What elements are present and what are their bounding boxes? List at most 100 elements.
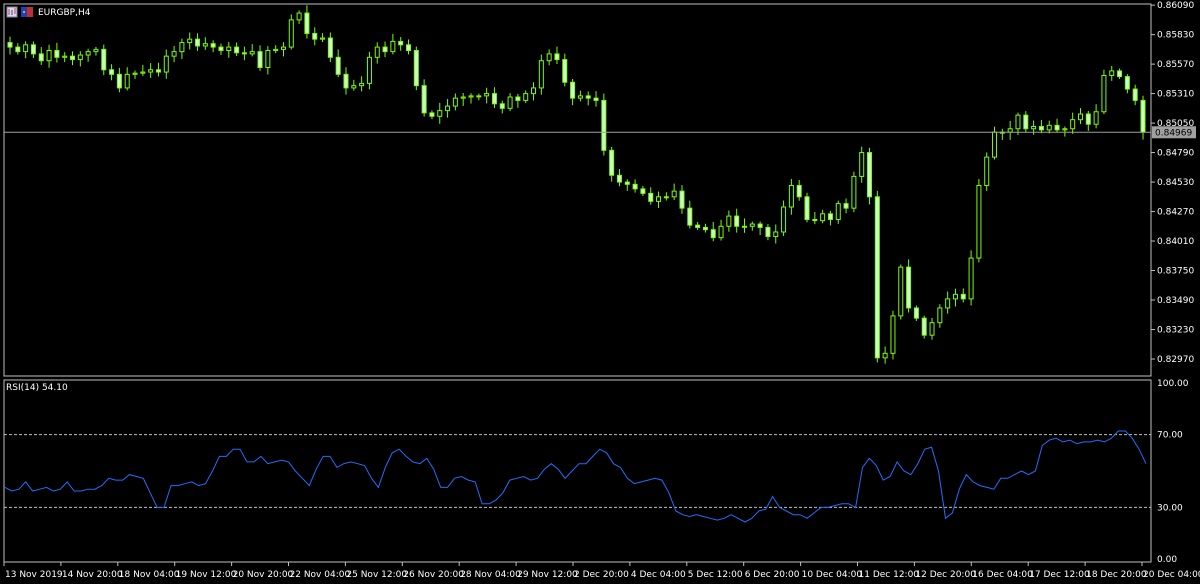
candle-body bbox=[265, 50, 271, 69]
candle bbox=[93, 46, 99, 56]
candle-body bbox=[741, 225, 747, 228]
candle-body bbox=[406, 44, 412, 52]
candle-body bbox=[1077, 113, 1083, 121]
candle bbox=[702, 223, 708, 233]
candle-body bbox=[1070, 119, 1076, 130]
price-tick-label: 0.85310 bbox=[1157, 90, 1194, 100]
candle-body bbox=[616, 174, 622, 183]
candle bbox=[195, 33, 201, 51]
candle-body bbox=[906, 266, 912, 309]
candle bbox=[124, 67, 130, 91]
candle-body bbox=[38, 53, 44, 62]
candle bbox=[288, 14, 294, 50]
candle-body bbox=[577, 95, 583, 99]
time-tick-label: 6 Dec 20:00 bbox=[745, 570, 800, 580]
candle bbox=[312, 27, 318, 46]
candle bbox=[1046, 120, 1052, 134]
candle-body bbox=[234, 46, 240, 54]
candle-body bbox=[1140, 99, 1146, 133]
candle bbox=[843, 198, 849, 214]
candle bbox=[976, 179, 982, 263]
candle bbox=[632, 179, 638, 193]
candle-body bbox=[70, 55, 76, 61]
candle-body bbox=[452, 97, 458, 107]
candlestick-series bbox=[7, 5, 1146, 364]
candle-body bbox=[1023, 114, 1029, 130]
candle bbox=[382, 41, 388, 58]
candle bbox=[921, 315, 927, 339]
candle-body bbox=[1093, 111, 1099, 125]
candle bbox=[296, 10, 302, 24]
candle-body bbox=[54, 50, 60, 58]
candle-body bbox=[148, 69, 154, 73]
candle bbox=[624, 179, 630, 191]
candle bbox=[116, 67, 122, 93]
candle-body bbox=[15, 46, 21, 53]
candle bbox=[687, 200, 693, 229]
rsi-tick-label: 30.00 bbox=[1157, 503, 1183, 513]
candle bbox=[867, 147, 873, 205]
candle bbox=[546, 49, 552, 66]
candle bbox=[593, 91, 599, 107]
candle-body bbox=[109, 69, 115, 75]
candle bbox=[23, 41, 29, 59]
candle-body bbox=[554, 53, 560, 61]
candle bbox=[734, 208, 740, 233]
time-tick-label: 11 Dec 12:00 bbox=[859, 570, 920, 580]
candle-body bbox=[437, 110, 443, 117]
candle-body bbox=[585, 95, 591, 99]
candle-body bbox=[656, 196, 662, 202]
candle-body bbox=[718, 225, 724, 239]
candle-body bbox=[101, 48, 107, 71]
time-tick-label: 12 Dec 20:00 bbox=[915, 570, 976, 580]
candle bbox=[648, 187, 654, 205]
candle-body bbox=[249, 51, 255, 55]
candle-body bbox=[7, 42, 13, 48]
candle bbox=[898, 264, 904, 320]
candle-body bbox=[929, 322, 935, 336]
candle bbox=[280, 42, 286, 57]
candle bbox=[1124, 74, 1130, 94]
candle bbox=[1085, 110, 1091, 131]
candle-body bbox=[890, 315, 896, 354]
candle bbox=[757, 221, 763, 236]
time-tick-label: 2 Dec 20:00 bbox=[574, 570, 629, 580]
candle bbox=[656, 191, 662, 208]
time-tick-label: 26 Nov 20:00 bbox=[403, 570, 464, 580]
candle-body bbox=[882, 352, 888, 359]
candle-body bbox=[390, 40, 396, 53]
candle-body bbox=[288, 19, 294, 48]
candle bbox=[249, 44, 255, 57]
candle-body bbox=[640, 188, 646, 194]
candle bbox=[406, 39, 412, 55]
candle bbox=[992, 126, 998, 160]
candle bbox=[1007, 120, 1013, 140]
candle-body bbox=[507, 96, 513, 109]
candle bbox=[491, 87, 497, 108]
time-axis: 13 Nov 2019 14 Nov 20:0018 Nov 04:0019 No… bbox=[3, 562, 1200, 580]
candle bbox=[616, 169, 622, 187]
candle-body bbox=[835, 203, 841, 220]
candle bbox=[577, 90, 583, 102]
candle bbox=[335, 49, 341, 78]
time-tick-label: 20 Dec 04:00 bbox=[1143, 570, 1200, 580]
candle bbox=[187, 32, 193, 50]
candle-body bbox=[210, 43, 216, 48]
candle bbox=[366, 51, 372, 90]
candle bbox=[218, 43, 224, 55]
candle-body bbox=[804, 196, 810, 220]
candle-body bbox=[359, 82, 365, 87]
candle bbox=[952, 288, 958, 307]
rsi-pane-border bbox=[3, 379, 1152, 563]
candle bbox=[70, 51, 76, 66]
time-tick-label: 10 Dec 04:00 bbox=[802, 570, 863, 580]
rsi-pane[interactable] bbox=[4, 430, 1151, 523]
candle bbox=[796, 180, 802, 201]
candle-body bbox=[226, 46, 232, 51]
candle-body bbox=[257, 51, 263, 69]
candle-body bbox=[671, 190, 677, 198]
candle bbox=[265, 46, 271, 75]
candle-body bbox=[562, 59, 568, 83]
candle-body bbox=[132, 72, 138, 75]
candle bbox=[890, 310, 896, 360]
